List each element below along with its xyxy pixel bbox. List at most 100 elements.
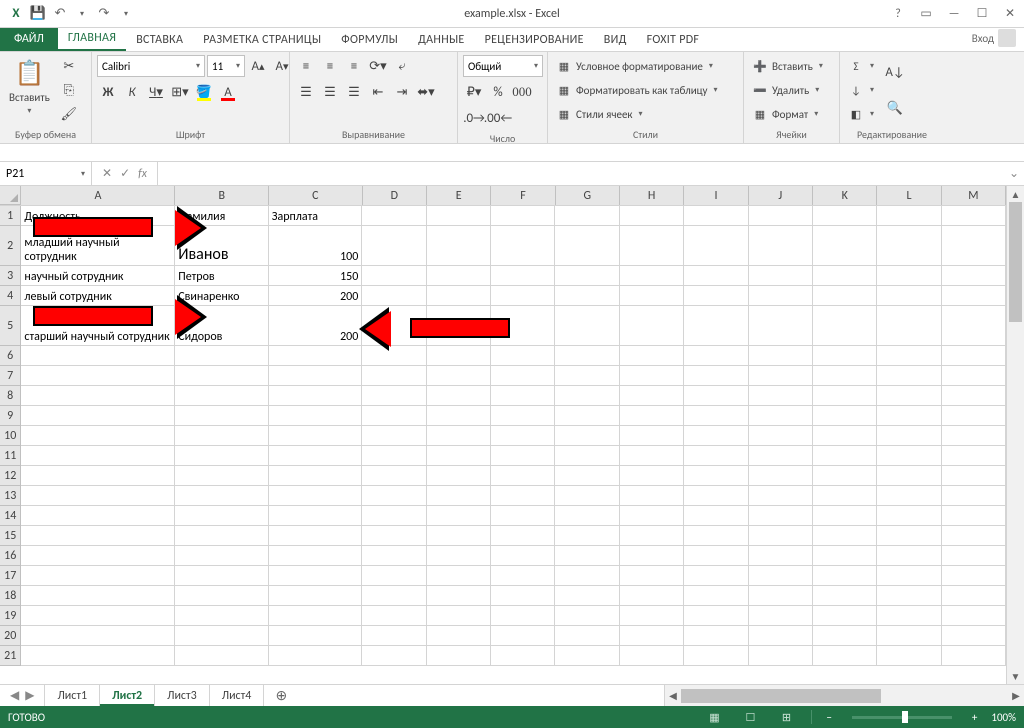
column-header-G[interactable]: G xyxy=(556,186,620,205)
cell-L10[interactable] xyxy=(877,426,941,446)
cell-L13[interactable] xyxy=(877,486,941,506)
cell-E10[interactable] xyxy=(427,426,491,446)
cell-B9[interactable] xyxy=(175,406,269,426)
cell-A7[interactable] xyxy=(21,366,175,386)
cell-L2[interactable] xyxy=(877,226,941,266)
align-top-icon[interactable]: ≡ xyxy=(295,55,317,77)
cell-C8[interactable] xyxy=(269,386,363,406)
cell-D8[interactable] xyxy=(362,386,426,406)
cell-M4[interactable] xyxy=(942,286,1006,306)
increase-font-icon[interactable]: A▴ xyxy=(247,55,269,77)
page-break-view-icon[interactable]: ⊞ xyxy=(775,708,797,726)
cell-E3[interactable] xyxy=(427,266,491,286)
cell-D17[interactable] xyxy=(362,566,426,586)
cell-B17[interactable] xyxy=(175,566,269,586)
cell-M5[interactable] xyxy=(942,306,1006,346)
tab-foxit-pdf[interactable]: FOXIT PDF xyxy=(637,29,710,51)
column-header-L[interactable]: L xyxy=(877,186,941,205)
cell-C15[interactable] xyxy=(269,526,363,546)
cell-A4[interactable]: левый сотрудник xyxy=(21,286,175,306)
cell-A13[interactable] xyxy=(21,486,175,506)
cell-K10[interactable] xyxy=(813,426,877,446)
underline-button[interactable]: Ч▾ xyxy=(145,81,167,103)
minimize-icon[interactable]: — xyxy=(940,2,968,26)
align-left-icon[interactable]: ☰ xyxy=(295,81,317,103)
sheet-nav[interactable]: ◀▶ xyxy=(0,685,45,706)
cell-E12[interactable] xyxy=(427,466,491,486)
cell-styles-button[interactable]: ▦Стили ячеек▾ xyxy=(553,103,721,125)
accounting-icon[interactable]: ₽▾ xyxy=(463,81,485,103)
italic-button[interactable]: К xyxy=(121,81,143,103)
cell-G13[interactable] xyxy=(555,486,619,506)
row-header-19[interactable]: 19 xyxy=(0,606,21,626)
cell-I7[interactable] xyxy=(684,366,748,386)
wrap-text-icon[interactable]: ⤶ xyxy=(391,55,413,77)
cell-G5[interactable] xyxy=(555,306,619,346)
horizontal-scrollbar[interactable]: ◀ ▶ xyxy=(664,685,1024,706)
ribbon-options-icon[interactable]: ▭ xyxy=(912,2,940,26)
tab-data[interactable]: ДАННЫЕ xyxy=(408,29,474,51)
cell-M14[interactable] xyxy=(942,506,1006,526)
cell-K6[interactable] xyxy=(813,346,877,366)
save-icon[interactable]: 💾 xyxy=(30,6,46,22)
sheet-tab-2[interactable]: Лист2 xyxy=(100,685,155,706)
row-header-2[interactable]: 2 xyxy=(0,226,21,266)
cell-C21[interactable] xyxy=(269,646,363,666)
cell-C9[interactable] xyxy=(269,406,363,426)
cell-F4[interactable] xyxy=(491,286,555,306)
cell-H1[interactable] xyxy=(620,206,684,226)
row-header-14[interactable]: 14 xyxy=(0,506,21,526)
row-header-8[interactable]: 8 xyxy=(0,386,21,406)
cell-M12[interactable] xyxy=(942,466,1006,486)
cell-L8[interactable] xyxy=(877,386,941,406)
cell-H20[interactable] xyxy=(620,626,684,646)
cell-H3[interactable] xyxy=(620,266,684,286)
cell-M15[interactable] xyxy=(942,526,1006,546)
cell-G12[interactable] xyxy=(555,466,619,486)
cell-H21[interactable] xyxy=(620,646,684,666)
tab-file[interactable]: ФАЙЛ xyxy=(0,27,58,51)
cell-G8[interactable] xyxy=(555,386,619,406)
cell-C11[interactable] xyxy=(269,446,363,466)
cell-G19[interactable] xyxy=(555,606,619,626)
cell-B15[interactable] xyxy=(175,526,269,546)
cell-E7[interactable] xyxy=(427,366,491,386)
cell-I8[interactable] xyxy=(684,386,748,406)
row-header-12[interactable]: 12 xyxy=(0,466,21,486)
cell-A14[interactable] xyxy=(21,506,175,526)
column-header-H[interactable]: H xyxy=(620,186,684,205)
cell-I2[interactable] xyxy=(684,226,748,266)
cell-B3[interactable]: Петров xyxy=(175,266,269,286)
cell-E19[interactable] xyxy=(427,606,491,626)
column-header-C[interactable]: C xyxy=(269,186,363,205)
row-header-21[interactable]: 21 xyxy=(0,646,21,666)
cell-J2[interactable] xyxy=(749,226,813,266)
cell-C2[interactable]: 100 xyxy=(269,226,363,266)
cell-C1[interactable]: Зарплата xyxy=(269,206,363,226)
cell-H9[interactable] xyxy=(620,406,684,426)
row-header-16[interactable]: 16 xyxy=(0,546,21,566)
cell-H5[interactable] xyxy=(620,306,684,346)
cell-C14[interactable] xyxy=(269,506,363,526)
cell-G17[interactable] xyxy=(555,566,619,586)
row-header-18[interactable]: 18 xyxy=(0,586,21,606)
orientation-icon[interactable]: ⟳▾ xyxy=(367,55,389,77)
scroll-thumb[interactable] xyxy=(681,689,881,703)
fx-icon[interactable]: fx xyxy=(138,167,147,181)
fill-color-icon[interactable]: 🪣 xyxy=(193,81,215,103)
cell-K19[interactable] xyxy=(813,606,877,626)
cell-E17[interactable] xyxy=(427,566,491,586)
cell-B11[interactable] xyxy=(175,446,269,466)
cell-K16[interactable] xyxy=(813,546,877,566)
select-all-corner[interactable] xyxy=(0,186,21,205)
help-icon[interactable]: ? xyxy=(884,2,912,26)
cell-B13[interactable] xyxy=(175,486,269,506)
column-header-I[interactable]: I xyxy=(684,186,748,205)
cell-E14[interactable] xyxy=(427,506,491,526)
cell-E13[interactable] xyxy=(427,486,491,506)
cell-E18[interactable] xyxy=(427,586,491,606)
decrease-decimal-icon[interactable]: .00← xyxy=(487,107,509,129)
cell-L1[interactable] xyxy=(877,206,941,226)
cell-A9[interactable] xyxy=(21,406,175,426)
scroll-right-icon[interactable]: ▶ xyxy=(1008,689,1024,702)
